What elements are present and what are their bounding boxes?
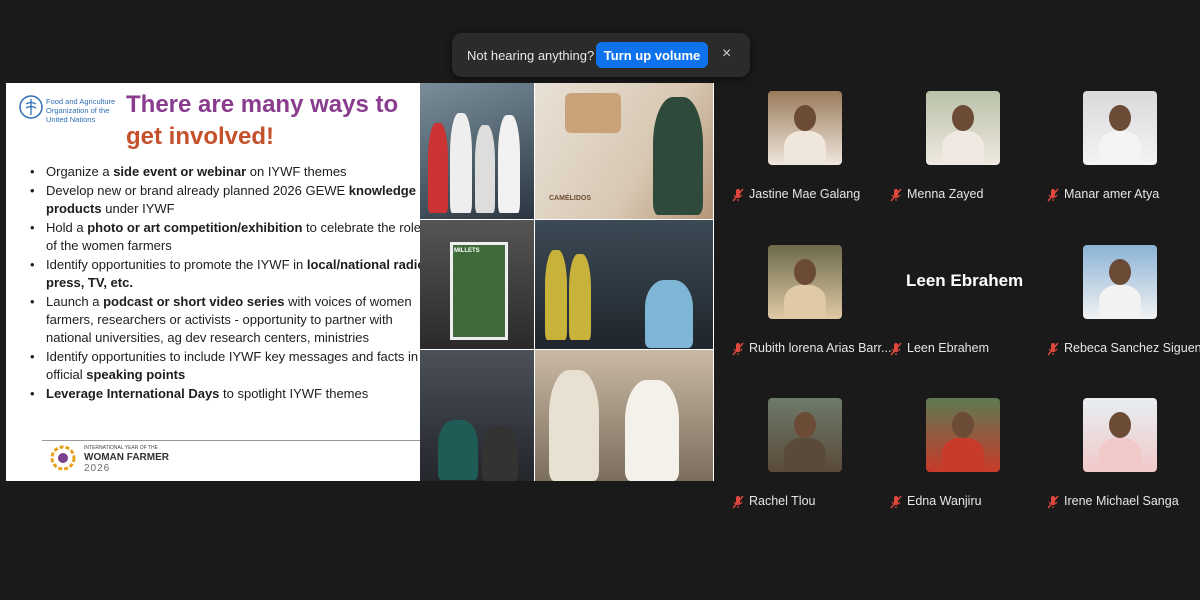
bullet-item: Leverage International Days to spotlight… xyxy=(30,385,436,403)
bullet-item: Identify opportunities to include IYWF k… xyxy=(30,348,436,384)
mic-muted-icon xyxy=(890,495,902,509)
participant-name: Edna Wanjiru xyxy=(907,494,982,508)
mic-muted-icon xyxy=(1047,342,1059,356)
iywf-logo-icon xyxy=(50,445,76,471)
participant-name-placeholder: Leen Ebrahem xyxy=(906,271,1024,290)
participant-head xyxy=(794,259,816,285)
bullet-text: to spotlight IYWF themes xyxy=(219,386,369,401)
bullet-text: Hold a xyxy=(46,220,88,235)
participant-head xyxy=(794,412,816,438)
participant-head xyxy=(1109,412,1131,438)
divider xyxy=(42,440,420,441)
shared-slide: Food and Agriculture Organization of the… xyxy=(6,83,714,481)
iywf-year: 2026 xyxy=(84,463,111,474)
bullet-text: on IYWF themes xyxy=(246,164,347,179)
participant-video[interactable] xyxy=(1083,398,1157,472)
iywf-title: WOMAN FARMER xyxy=(84,452,169,463)
participant-body xyxy=(784,438,826,472)
participant-video[interactable] xyxy=(768,91,842,165)
camelid-illustration xyxy=(565,93,621,133)
bullet-emphasis: podcast or short video series xyxy=(103,294,285,309)
turn-up-volume-button[interactable]: Turn up volume xyxy=(596,42,708,68)
participant-body xyxy=(942,438,984,472)
participant-name: Manar amer Atya xyxy=(1064,187,1160,201)
bullet-item: Launch a podcast or short video series w… xyxy=(30,293,436,347)
participant-body xyxy=(1099,131,1141,165)
participant-body xyxy=(784,131,826,165)
fao-logo-icon xyxy=(19,95,43,119)
participant-name: Rebeca Sanchez Siguen... xyxy=(1064,341,1200,355)
bullet-text: Organize a xyxy=(46,164,114,179)
bullet-text: Identify opportunities to promote the IY… xyxy=(46,257,307,272)
photo-millets-poster: MILLETS xyxy=(420,220,534,349)
millets-poster xyxy=(450,242,508,340)
participant-name: Rachel Tlou xyxy=(749,494,816,508)
notification-message: Not hearing anything? xyxy=(467,47,595,63)
org-name: Food and Agriculture Organization of the… xyxy=(46,97,116,124)
participant-body xyxy=(1099,438,1141,472)
participant-head xyxy=(1109,105,1131,131)
bullet-item: Identify opportunities to promote the IY… xyxy=(30,256,436,292)
mic-muted-icon xyxy=(890,188,902,202)
photo-conference-audience xyxy=(420,350,534,481)
bullet-text: under IYWF xyxy=(101,201,175,216)
close-icon[interactable]: × xyxy=(722,45,731,63)
bullet-emphasis: speaking points xyxy=(86,367,186,382)
slide-title: There are many ways to get involved! xyxy=(126,89,398,153)
mic-muted-icon xyxy=(732,342,744,356)
slide-title-line-2: get involved! xyxy=(126,123,275,150)
mic-muted-icon xyxy=(1047,495,1059,509)
participant-body xyxy=(784,285,826,319)
mic-muted-icon xyxy=(732,495,744,509)
slide-title-line-1: There are many ways to xyxy=(126,91,399,118)
participant-video[interactable] xyxy=(768,245,842,319)
participant-name: Jastine Mae Galang xyxy=(749,187,861,201)
participant-name: Menna Zayed xyxy=(907,187,984,201)
camelids-label: CAMÉLIDOS xyxy=(549,195,591,202)
bullet-list: Organize a side event or webinar on IYWF… xyxy=(26,163,436,404)
audio-notification: Not hearing anything? Turn up volume × xyxy=(452,33,750,77)
iywf-caption: INTERNATIONAL YEAR OF THE xyxy=(84,445,158,451)
participant-head xyxy=(794,105,816,131)
bullet-item: Develop new or brand already planned 202… xyxy=(30,182,436,218)
participant-video[interactable] xyxy=(1083,245,1157,319)
photo-bolivia-camelids: CAMÉLIDOS xyxy=(535,83,713,219)
bullet-emphasis: Leverage International Days xyxy=(46,386,220,401)
mic-muted-icon xyxy=(1047,188,1059,202)
photo-cooking-group xyxy=(420,83,534,219)
bullet-text: Launch a xyxy=(46,294,104,309)
participant-body xyxy=(942,131,984,165)
bullet-text: Develop new or brand already planned 202… xyxy=(46,183,349,198)
poster-label: MILLETS xyxy=(454,248,480,254)
photo-press-interview xyxy=(535,350,713,481)
participant-name: Irene Michael Sanga xyxy=(1064,494,1179,508)
participant-body xyxy=(1099,285,1141,319)
bullet-emphasis: side event or webinar xyxy=(113,164,247,179)
photo-exhibition xyxy=(535,220,713,349)
participant-head xyxy=(1109,259,1131,285)
bullet-emphasis: photo or art competition/exhibition xyxy=(87,220,303,235)
participant-head xyxy=(952,412,974,438)
participant-name: Leen Ebrahem xyxy=(907,341,990,355)
bullet-item: Organize a side event or webinar on IYWF… xyxy=(30,163,436,181)
participant-video[interactable] xyxy=(926,398,1000,472)
participant-video[interactable] xyxy=(1083,91,1157,165)
participant-head xyxy=(952,105,974,131)
participant-name: Rubith lorena Arias Barr... xyxy=(749,341,892,355)
mic-muted-icon xyxy=(732,188,744,202)
participant-video[interactable] xyxy=(926,91,1000,165)
participant-video[interactable] xyxy=(768,398,842,472)
bullet-item: Hold a photo or art competition/exhibiti… xyxy=(30,219,436,255)
mic-muted-icon xyxy=(890,342,902,356)
